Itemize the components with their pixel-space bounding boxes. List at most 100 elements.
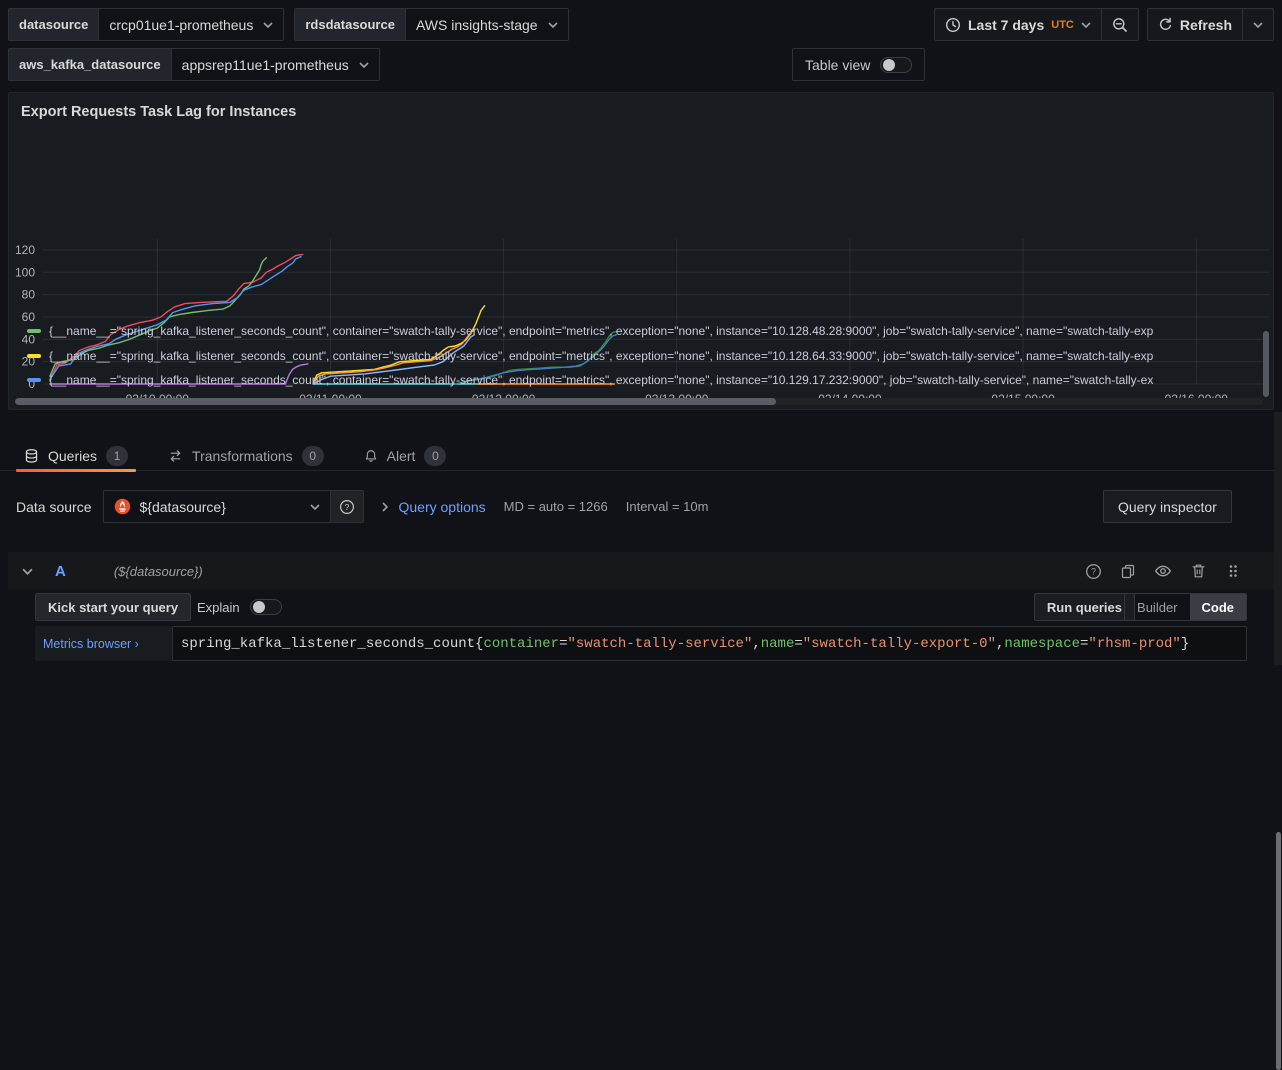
tab-alert-count: 0 xyxy=(424,446,446,466)
query-options-toggle[interactable]: Query options xyxy=(382,499,485,515)
svg-text:?: ? xyxy=(1090,566,1095,576)
max-data-points-stat: MD = auto = 1266 xyxy=(504,499,608,514)
svg-text:?: ? xyxy=(345,502,350,512)
table-view-toggle[interactable] xyxy=(880,57,912,73)
explain-toggle[interactable] xyxy=(250,599,282,615)
time-controls: Last 7 days UTC Refresh xyxy=(934,8,1274,41)
legend-vscrollbar[interactable] xyxy=(1263,331,1269,397)
promql-query-input[interactable]: spring_kafka_listener_seconds_count{cont… xyxy=(172,626,1247,661)
run-queries-label: Run queries xyxy=(1047,600,1122,615)
refresh-interval-dropdown[interactable] xyxy=(1242,9,1273,40)
explain-control: Explain xyxy=(197,593,282,621)
tab-alert[interactable]: Alert 0 xyxy=(356,440,455,471)
aws-kafka-datasource-picker-value[interactable]: appsrep11ue1-prometheus xyxy=(172,49,379,80)
datasource-picker-value[interactable]: crcp01ue1-prometheus xyxy=(99,9,283,40)
legend-hscrollbar[interactable] xyxy=(15,398,776,405)
promql-token-plain: spring_kafka_listener_seconds_count{ xyxy=(181,636,483,652)
metrics-browser-label: Metrics browser › xyxy=(43,637,139,651)
rdsdatasource-picker-value-text: AWS insights-stage xyxy=(416,17,538,33)
legend-series-label: {__name__="spring_kafka_listener_seconds… xyxy=(49,373,1153,387)
transform-icon xyxy=(168,448,183,464)
chevron-down-icon xyxy=(359,62,369,68)
chevron-down-icon xyxy=(548,22,558,28)
aws-kafka-datasource-picker[interactable]: aws_kafka_datasource appsrep11ue1-promet… xyxy=(8,48,380,81)
page-vscrollbar-track xyxy=(1274,412,1282,665)
datasource-help-button[interactable]: ? xyxy=(331,490,364,523)
promql-token-string: "swatch-tally-service" xyxy=(567,636,752,652)
y-tick-label: 120 xyxy=(15,243,35,257)
datasource-row-label: Data source xyxy=(16,499,91,515)
page-vscrollbar[interactable] xyxy=(1276,832,1281,1070)
legend-item[interactable]: {__name__="spring_kafka_listener_seconds… xyxy=(21,368,1261,393)
query-inspector-label: Query inspector xyxy=(1118,499,1217,515)
datasource-picker-value-text: crcp01ue1-prometheus xyxy=(109,17,253,33)
toggle-visibility-button[interactable] xyxy=(1152,560,1174,582)
code-mode-button[interactable]: Code xyxy=(1190,594,1247,620)
timezone-label: UTC xyxy=(1051,19,1074,31)
chevron-down-icon xyxy=(310,504,320,510)
collapse-chevron-icon[interactable] xyxy=(22,568,33,575)
metrics-browser-link[interactable]: Metrics browser › xyxy=(35,626,172,661)
query-letter: A xyxy=(55,563,66,580)
promql-editor-row: Metrics browser › spring_kafka_listener_… xyxy=(35,626,1247,661)
legend-item[interactable]: {__name__="spring_kafka_listener_seconds… xyxy=(21,319,1261,344)
aws-kafka-datasource-picker-label: aws_kafka_datasource xyxy=(9,49,172,80)
task-lag-panel: Export Requests Task Lag for Instances 0… xyxy=(8,92,1274,410)
table-view-control: Table view xyxy=(792,48,925,81)
aws-kafka-datasource-picker-value-text: appsrep11ue1-prometheus xyxy=(182,57,349,73)
promql-token-label: namespace xyxy=(1004,636,1080,652)
tab-queries-label: Queries xyxy=(48,448,97,464)
builder-mode-button[interactable]: Builder xyxy=(1125,594,1189,620)
editor-mode-switch: Builder Code xyxy=(1124,593,1247,621)
promql-token-label: container xyxy=(483,636,559,652)
rdsdatasource-picker[interactable]: rdsdatasource AWS insights-stage xyxy=(294,8,568,41)
chevron-right-icon xyxy=(382,502,388,512)
kick-start-label: Kick start your query xyxy=(48,600,178,615)
toolbar-row-2: aws_kafka_datasource appsrep11ue1-promet… xyxy=(8,48,380,81)
datasource-select[interactable]: ${datasource} xyxy=(103,490,331,523)
tab-transformations-label: Transformations xyxy=(192,448,293,464)
prometheus-icon xyxy=(114,498,131,515)
delete-query-button[interactable] xyxy=(1187,560,1209,582)
promql-token-plain: = xyxy=(559,636,567,652)
datasource-picker[interactable]: datasource crcp01ue1-prometheus xyxy=(8,8,284,41)
refresh-button[interactable]: Refresh xyxy=(1148,9,1242,40)
query-inspector-button[interactable]: Query inspector xyxy=(1103,490,1232,523)
rdsdatasource-picker-label: rdsdatasource xyxy=(295,9,406,40)
promql-token-plain: = xyxy=(794,636,802,652)
legend-series-label: {__name__="spring_kafka_listener_seconds… xyxy=(49,349,1153,363)
legend-series-dash-icon xyxy=(27,378,41,382)
legend-item[interactable]: {__name__="spring_kafka_listener_seconds… xyxy=(21,393,1261,398)
promql-token-string: "rhsm-prod" xyxy=(1088,636,1180,652)
legend-item[interactable]: {__name__="spring_kafka_listener_seconds… xyxy=(21,344,1261,369)
legend-series-label: {__name__="spring_kafka_listener_seconds… xyxy=(49,324,1153,338)
panel-title[interactable]: Export Requests Task Lag for Instances xyxy=(21,104,296,120)
chevron-down-icon xyxy=(1253,22,1263,28)
drag-handle[interactable] xyxy=(1222,560,1244,582)
legend-series-dash-icon xyxy=(27,329,41,333)
query-row-header[interactable]: A (${datasource}) ? xyxy=(8,552,1274,590)
y-tick-label: 100 xyxy=(15,265,35,279)
time-range-label: Last 7 days xyxy=(968,17,1044,33)
duplicate-query-button[interactable] xyxy=(1117,560,1139,582)
promql-token-label: name xyxy=(761,636,795,652)
kick-start-query-button[interactable]: Kick start your query xyxy=(35,593,191,621)
tab-transformations[interactable]: Transformations 0 xyxy=(160,440,332,471)
datasource-picker-label: datasource xyxy=(9,9,99,40)
y-tick-label: 80 xyxy=(22,288,36,302)
time-range-picker[interactable]: Last 7 days UTC xyxy=(935,9,1101,40)
database-icon xyxy=(24,448,39,464)
run-queries-button[interactable]: Run queries xyxy=(1034,593,1135,621)
rdsdatasource-picker-value[interactable]: AWS insights-stage xyxy=(406,9,568,40)
datasource-row: Data source ${datasource} ? Query option… xyxy=(16,490,708,523)
query-options-label: Query options xyxy=(398,499,485,515)
promql-token-string: "swatch-tally-export-0" xyxy=(803,636,996,652)
toolbar-row-1: datasource crcp01ue1-prometheus rdsdatas… xyxy=(8,8,569,41)
promql-token-plain: = xyxy=(1080,636,1088,652)
query-help-button[interactable]: ? xyxy=(1082,560,1104,582)
tab-queries[interactable]: Queries 1 xyxy=(16,440,136,471)
query-datasource-ref: (${datasource}) xyxy=(114,564,203,579)
legend-series-dash-icon xyxy=(27,354,41,358)
zoom-out-button[interactable] xyxy=(1101,9,1138,40)
chevron-down-icon xyxy=(263,22,273,28)
